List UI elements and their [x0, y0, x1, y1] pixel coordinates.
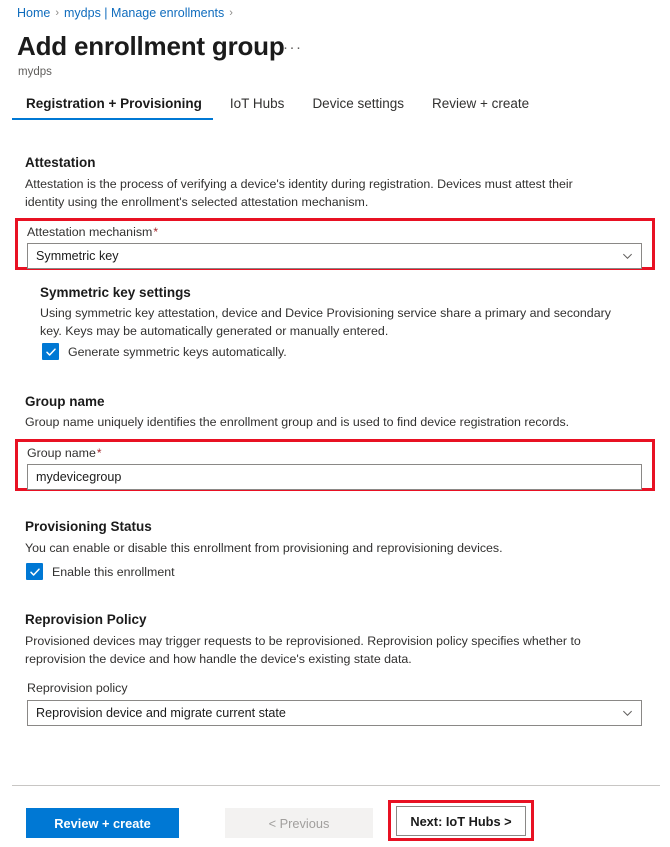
enable-enrollment-checkbox[interactable]: Enable this enrollment	[26, 563, 175, 580]
group-name-field-label: Group name*	[27, 446, 102, 460]
tab-review-create[interactable]: Review + create	[418, 96, 543, 120]
tab-registration-provisioning[interactable]: Registration + Provisioning	[12, 96, 216, 120]
reprovision-policy-value: Reprovision device and migrate current s…	[36, 706, 286, 720]
provisioning-status-description: You can enable or disable this enrollmen…	[25, 541, 503, 555]
group-name-input[interactable]	[36, 470, 633, 484]
attestation-mechanism-value: Symmetric key	[36, 249, 119, 263]
tab-iot-hubs[interactable]: IoT Hubs	[216, 96, 299, 120]
generate-symmetric-keys-label: Generate symmetric keys automatically.	[68, 344, 287, 359]
breadcrumb: Home › mydps | Manage enrollments ›	[17, 6, 233, 20]
group-name-field-label-text: Group name	[27, 446, 96, 460]
reprovision-policy-field-label: Reprovision policy	[27, 681, 128, 695]
tab-device-settings[interactable]: Device settings	[298, 96, 418, 120]
enable-enrollment-label: Enable this enrollment	[52, 564, 175, 579]
chevron-down-icon	[623, 253, 632, 260]
page-subtitle: mydps	[18, 66, 52, 78]
page-title: Add enrollment group	[17, 31, 285, 61]
required-asterisk-2: *	[96, 446, 102, 460]
more-options-icon[interactable]: ···	[283, 38, 303, 58]
symmetric-key-description: Using symmetric key attestation, device …	[40, 306, 611, 338]
footer-divider	[12, 785, 660, 786]
attestation-mechanism-select[interactable]: Symmetric key	[27, 243, 642, 269]
reprovision-policy-select[interactable]: Reprovision device and migrate current s…	[27, 700, 642, 726]
generate-symmetric-keys-checkbox[interactable]: Generate symmetric keys automatically.	[42, 343, 287, 360]
reprovision-policy-description: Provisioned devices may trigger requests…	[25, 634, 581, 666]
attestation-mechanism-label: Attestation mechanism*	[27, 225, 158, 239]
review-create-button[interactable]: Review + create	[26, 808, 179, 838]
attestation-description: Attestation is the process of verifying …	[25, 177, 573, 209]
provisioning-status-heading: Provisioning Status	[25, 519, 152, 534]
symmetric-key-heading: Symmetric key settings	[40, 285, 191, 300]
chevron-down-icon-2	[623, 710, 632, 717]
breadcrumb-separator-icon: ›	[55, 7, 60, 19]
group-name-heading: Group name	[25, 394, 105, 409]
breadcrumb-item-home[interactable]: Home	[17, 6, 50, 20]
previous-button: < Previous	[225, 808, 373, 838]
group-name-input-wrapper[interactable]	[27, 464, 642, 490]
reprovision-policy-heading: Reprovision Policy	[25, 612, 147, 627]
checkbox-checked-icon-2	[26, 563, 43, 580]
group-name-description: Group name uniquely identifies the enrol…	[25, 415, 570, 429]
tab-bar: Registration + Provisioning IoT Hubs Dev…	[12, 96, 543, 120]
attestation-mechanism-label-text: Attestation mechanism	[27, 225, 153, 239]
attestation-heading: Attestation	[25, 155, 96, 170]
required-asterisk: *	[153, 225, 159, 239]
next-iot-hubs-button[interactable]: Next: IoT Hubs >	[396, 806, 526, 836]
breadcrumb-item-mydps-manage-enrollments[interactable]: mydps | Manage enrollments	[64, 6, 224, 20]
breadcrumb-separator-icon-2: ›	[229, 7, 233, 19]
checkbox-checked-icon	[42, 343, 59, 360]
